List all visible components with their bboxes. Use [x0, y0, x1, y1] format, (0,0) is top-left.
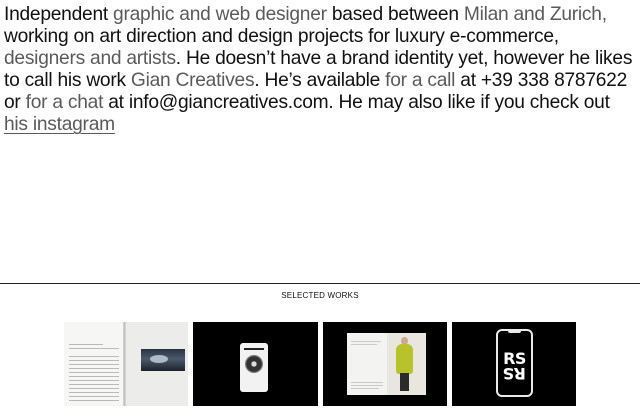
bio-text: Independent [4, 4, 114, 25]
magazine-spine [123, 322, 126, 406]
text-line [351, 344, 377, 345]
bio-text: based between [331, 4, 464, 25]
rs-logo: RS RS [503, 349, 526, 384]
phone-notch [508, 330, 521, 333]
text-line [69, 396, 119, 397]
text-line [69, 356, 119, 357]
text-line [69, 376, 119, 377]
bio-text: graphic and web designer [113, 4, 332, 25]
selected-works-heading: SELECTED WORKS [281, 291, 359, 300]
bio-text: at info@giancreatives.com. He may also l… [103, 92, 610, 113]
text-line [69, 348, 119, 349]
photo-highlight [150, 355, 168, 363]
bio-text: working on art direction and design proj… [4, 26, 559, 47]
text-line [69, 360, 119, 361]
text-line [351, 341, 381, 342]
text-line [69, 344, 103, 345]
work-thumbnail-magazine-spread[interactable] [64, 322, 188, 406]
bio-text: . He’s available [254, 70, 386, 91]
text-line [69, 364, 119, 365]
bio-text: designers and artists [4, 48, 176, 69]
record-disc [245, 355, 263, 373]
text-line [69, 368, 119, 369]
model-coat [396, 344, 413, 374]
work-thumbnail-fashion-magazine[interactable] [323, 322, 447, 406]
text-line [69, 384, 119, 385]
bio-text: Gian Creatives [130, 70, 255, 91]
text-line [351, 382, 383, 383]
text-line [69, 388, 119, 389]
model-legs [400, 373, 409, 391]
text-line [69, 372, 119, 373]
work-thumbnail-rs-logo-phone[interactable]: RS RS [452, 322, 576, 406]
text-line [351, 388, 379, 389]
section-divider [0, 283, 640, 284]
work-thumbnail-phone-record[interactable] [193, 322, 318, 406]
bio-text: for a chat [25, 92, 104, 113]
text-line [351, 385, 383, 386]
text-line [69, 392, 119, 393]
bio-text: Milan and Zurich, [463, 4, 607, 25]
text-line [69, 380, 119, 381]
phone-bar [244, 348, 264, 350]
bio-paragraph: Independent graphic and web designer bas… [4, 4, 638, 136]
text-line [69, 400, 119, 401]
bio-text: for a call [385, 70, 456, 91]
instagram-link[interactable]: his instagram [4, 114, 115, 135]
